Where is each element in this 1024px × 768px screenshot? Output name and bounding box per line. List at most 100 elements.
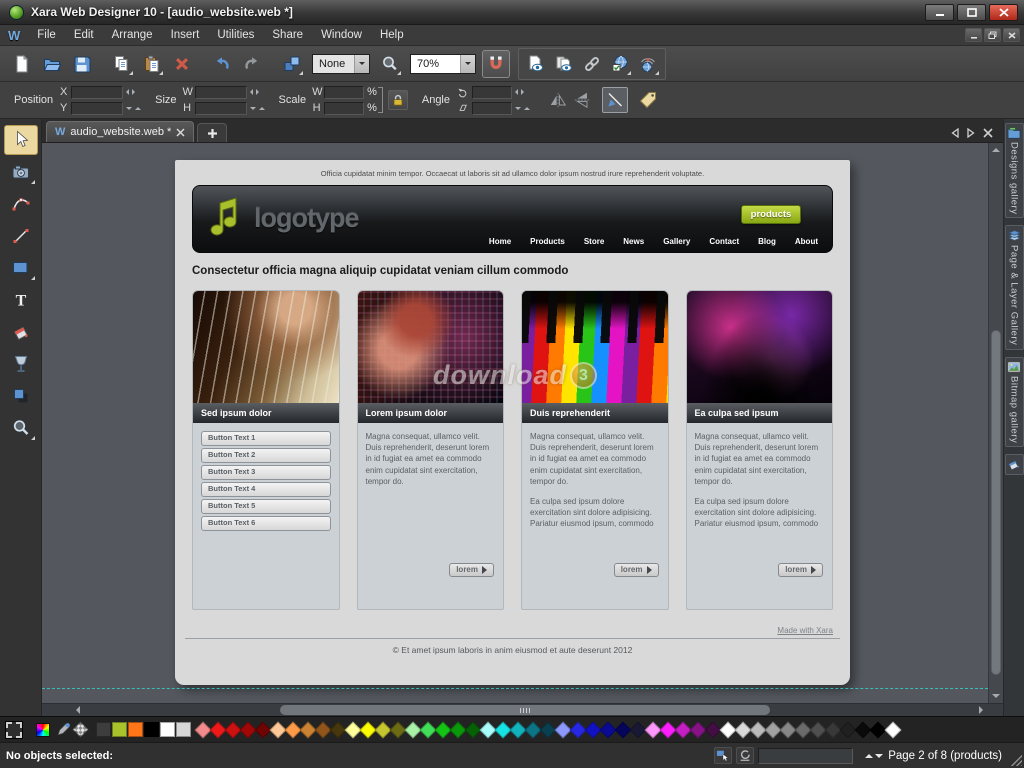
smart-transform-button[interactable] bbox=[602, 87, 628, 113]
column-1[interactable]: Sed ipsum dolor Button Text 1Button Text… bbox=[192, 290, 340, 610]
new-tab-button[interactable] bbox=[197, 123, 227, 142]
position-y-field[interactable] bbox=[71, 102, 123, 115]
doc-restore-button[interactable] bbox=[984, 28, 1001, 42]
column-menu-button[interactable]: Button Text 6 bbox=[201, 516, 331, 531]
color-swatch[interactable] bbox=[884, 721, 901, 738]
names-tag-button[interactable] bbox=[638, 90, 658, 110]
angle-rotate-field[interactable] bbox=[472, 86, 512, 99]
tab-scroll-right-button[interactable] bbox=[967, 128, 975, 138]
site-heading[interactable]: Consectetur officia magna aliquip cupida… bbox=[192, 265, 833, 277]
fill-tool[interactable] bbox=[4, 317, 38, 347]
save-document-button[interactable] bbox=[68, 50, 96, 78]
nav-link[interactable]: News bbox=[623, 237, 644, 246]
new-document-button[interactable] bbox=[8, 50, 36, 78]
delete-button[interactable] bbox=[168, 50, 196, 78]
close-button[interactable] bbox=[989, 4, 1018, 21]
site-header[interactable]: logotype products Home Products Store News G… bbox=[192, 185, 833, 253]
horizontal-scroll-thumb[interactable] bbox=[280, 705, 770, 715]
nav-link[interactable]: Gallery bbox=[663, 237, 690, 246]
redo-button[interactable] bbox=[238, 50, 266, 78]
concert-image[interactable] bbox=[687, 291, 833, 403]
nav-link[interactable]: Store bbox=[584, 237, 604, 246]
bitmap-gallery-tab[interactable]: Bitmap gallery bbox=[1005, 357, 1024, 447]
vertical-scrollbar[interactable] bbox=[988, 143, 1003, 703]
color-swatch[interactable] bbox=[144, 722, 159, 737]
color-swatch[interactable] bbox=[96, 722, 111, 737]
column-2-lorem-button[interactable]: lorem bbox=[449, 563, 494, 577]
color-swatch[interactable] bbox=[176, 722, 191, 737]
nav-link[interactable]: Contact bbox=[709, 237, 739, 246]
no-color-swatch[interactable] bbox=[6, 722, 22, 738]
products-button[interactable]: products bbox=[741, 205, 801, 224]
nav-link[interactable]: Products bbox=[530, 237, 565, 246]
paste-button[interactable] bbox=[138, 50, 166, 78]
selector-tool[interactable] bbox=[4, 125, 38, 155]
column-4[interactable]: Ea culpa sed ipsum Magna consequat, ulla… bbox=[686, 290, 834, 610]
column-3-paragraph-1[interactable]: Magna consequat, ullamco velit. Duis rep… bbox=[530, 431, 660, 487]
color-picker-icon[interactable] bbox=[55, 722, 71, 738]
website-page[interactable]: Officia cupidatat minim tempor. Occaecat… bbox=[175, 160, 850, 685]
live-drag-indicator[interactable] bbox=[714, 747, 732, 764]
column-2-paragraph[interactable]: Magna consequat, ullamco velit. Duis rep… bbox=[366, 431, 496, 487]
vertical-scroll-thumb[interactable] bbox=[991, 330, 1001, 675]
rectangle-tool[interactable] bbox=[4, 253, 38, 283]
zoom-tool[interactable] bbox=[4, 413, 38, 443]
bass-guitar-image[interactable] bbox=[193, 291, 339, 403]
document-tab[interactable]: W audio_website.web * bbox=[46, 121, 194, 142]
tab-scroll-left-button[interactable] bbox=[951, 128, 959, 138]
column-menu-button[interactable]: Button Text 5 bbox=[201, 499, 331, 514]
lock-aspect-button[interactable] bbox=[388, 90, 408, 110]
doc-tab-close-icon[interactable] bbox=[176, 128, 185, 137]
snap-to-objects-toggle[interactable] bbox=[482, 50, 510, 78]
column-3-paragraph-2[interactable]: Ea culpa sed ipsum dolore exercitation s… bbox=[530, 496, 660, 530]
shadow-tool[interactable] bbox=[4, 381, 38, 411]
column-menu-button[interactable]: Button Text 3 bbox=[201, 465, 331, 480]
position-x-field[interactable] bbox=[71, 86, 123, 99]
photo-tool[interactable] bbox=[4, 157, 38, 187]
preview-website-button[interactable] bbox=[550, 50, 578, 78]
open-document-button[interactable] bbox=[38, 50, 66, 78]
preview-page-button[interactable] bbox=[522, 50, 550, 78]
nav-link[interactable]: Blog bbox=[758, 237, 776, 246]
color-swatch[interactable] bbox=[112, 722, 127, 737]
color-swatch[interactable] bbox=[128, 722, 143, 737]
menu-item[interactable]: Share bbox=[263, 27, 312, 43]
minimize-button[interactable] bbox=[925, 4, 954, 21]
site-copyright[interactable]: © Et amet ipsum laboris in anim eiusmod … bbox=[175, 645, 850, 655]
column-3-lorem-button[interactable]: lorem bbox=[614, 563, 659, 577]
scale-w-field[interactable] bbox=[324, 86, 364, 99]
scale-h-field[interactable] bbox=[324, 102, 364, 115]
shape-editor-tool[interactable] bbox=[4, 189, 38, 219]
site-slogan[interactable]: Officia cupidatat minim tempor. Occaecat… bbox=[175, 160, 850, 178]
transform-button[interactable] bbox=[278, 50, 306, 78]
tab-close-button[interactable] bbox=[983, 128, 993, 138]
line-tool[interactable] bbox=[4, 221, 38, 251]
publish-website-button[interactable] bbox=[606, 50, 634, 78]
nav-link[interactable]: Home bbox=[489, 237, 511, 246]
stroke-preset-select[interactable]: None bbox=[312, 54, 370, 74]
menu-item[interactable]: Window bbox=[312, 27, 371, 43]
next-page-button[interactable] bbox=[875, 754, 883, 758]
column-4-paragraph-2[interactable]: Ea culpa sed ipsum dolore exercitation s… bbox=[695, 496, 825, 530]
scroll-down-button[interactable] bbox=[992, 694, 1000, 698]
made-with-xara-link[interactable]: Made with Xara bbox=[192, 626, 833, 635]
menu-item[interactable]: Help bbox=[371, 27, 413, 43]
stroke-preset-dropdown-arrow[interactable] bbox=[354, 55, 369, 73]
angle-skew-field[interactable] bbox=[472, 102, 512, 115]
canvas[interactable]: Officia cupidatat minim tempor. Occaecat… bbox=[42, 143, 1003, 703]
column-3[interactable]: Duis reprehenderit Magna consequat, ulla… bbox=[521, 290, 669, 610]
column-2[interactable]: Lorem ipsum dolor Magna consequat, ullam… bbox=[357, 290, 505, 610]
site-logo[interactable]: logotype bbox=[208, 195, 359, 241]
web-address-button[interactable] bbox=[634, 50, 662, 78]
horizontal-scrollbar[interactable] bbox=[42, 703, 1003, 716]
zoom-level-dropdown-arrow[interactable] bbox=[460, 55, 475, 73]
snapped-indicator[interactable] bbox=[736, 747, 754, 764]
flip-horizontal-button[interactable] bbox=[548, 90, 568, 110]
column-4-lorem-button[interactable]: lorem bbox=[778, 563, 823, 577]
flip-vertical-button[interactable] bbox=[572, 90, 592, 110]
zoom-level-select[interactable]: 70% bbox=[410, 54, 476, 74]
column-4-paragraph-1[interactable]: Magna consequat, ullamco velit. Duis rep… bbox=[695, 431, 825, 487]
scroll-up-button[interactable] bbox=[992, 148, 1000, 152]
undo-button[interactable] bbox=[208, 50, 236, 78]
transparency-tool[interactable] bbox=[4, 349, 38, 379]
